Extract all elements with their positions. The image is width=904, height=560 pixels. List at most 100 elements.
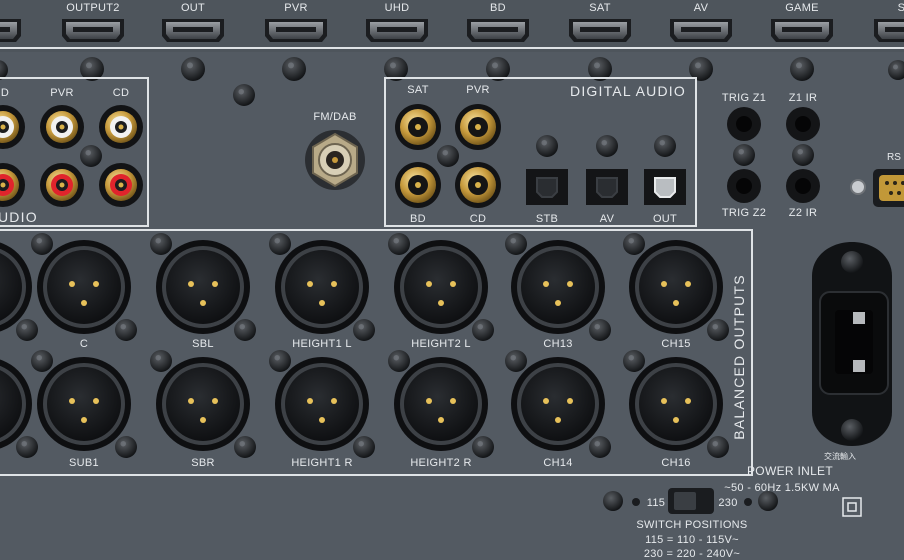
screw-icon: [707, 319, 729, 341]
screw-icon: [733, 144, 755, 166]
hdmi-label: SAT: [589, 2, 610, 14]
xlr-output-label: HEIGHT1 L: [292, 338, 352, 350]
xlr-output-height1-r[interactable]: [275, 357, 369, 451]
rs232-port[interactable]: [850, 169, 904, 207]
hdmi-label: GAME: [785, 2, 819, 14]
analog-audio-section-label: UDIO: [0, 209, 38, 225]
hdmi-port-bd[interactable]: [467, 19, 529, 42]
hdmi-port-st[interactable]: [874, 19, 904, 42]
screw-icon: [16, 319, 38, 341]
coaxial-digital-jack[interactable]: [395, 162, 441, 208]
digital-audio-title: DIGITAL AUDIO: [570, 83, 686, 99]
indicator-dot-icon: [744, 498, 752, 506]
trigger-ir-jack[interactable]: [727, 107, 761, 141]
screw-icon: [792, 144, 814, 166]
optical-toslink-port[interactable]: [526, 169, 568, 205]
trig-z1-label: TRIG Z1: [722, 92, 766, 104]
xlr-output-ch13[interactable]: [511, 240, 605, 334]
trigger-ir-jack[interactable]: [727, 169, 761, 203]
xlr-output-label: SBL: [192, 338, 214, 350]
xlr-output-sbr[interactable]: [156, 357, 250, 451]
hdmi-label: BD: [490, 2, 506, 14]
hdmi-port-av[interactable]: [670, 19, 732, 42]
trigger-ir-jack[interactable]: [786, 107, 820, 141]
analog-label-cd: CD: [113, 87, 130, 99]
hdmi-port-sat[interactable]: [569, 19, 631, 42]
screw-icon: [654, 135, 676, 157]
xlr-output-label: SUB1: [69, 457, 99, 469]
xlr-output-label: CH13: [543, 338, 572, 350]
hdmi-label: ST: [898, 2, 904, 14]
coaxial-digital-jack[interactable]: [455, 162, 501, 208]
hdmi-port-pvr[interactable]: [265, 19, 327, 42]
screw-icon: [234, 436, 256, 458]
screw-icon: [596, 135, 618, 157]
switch-positions-line-115: 115 = 110 - 115V~: [645, 534, 739, 546]
screw-icon: [31, 233, 53, 255]
screw-icon: [472, 436, 494, 458]
screw-icon: [589, 436, 611, 458]
voltage-230-label: 230: [718, 497, 737, 509]
indicator-dot-icon: [632, 498, 640, 506]
optical-toslink-port[interactable]: [644, 169, 686, 205]
xlr-output-label: CH14: [543, 457, 572, 469]
xlr-output-label: HEIGHT2 R: [410, 457, 471, 469]
trigger-ir-jack[interactable]: [786, 169, 820, 203]
optical-toslink-port[interactable]: [586, 169, 628, 205]
power-inlet-label: POWER INLET: [747, 464, 833, 478]
hdmi-label: PVR: [284, 2, 308, 14]
rca-jack-white[interactable]: [0, 105, 25, 149]
screw-icon: [269, 350, 291, 372]
xlr-output-label: HEIGHT2 L: [411, 338, 471, 350]
hdmi-port-output2[interactable]: [62, 19, 124, 42]
screw-icon: [623, 350, 645, 372]
xlr-output-c[interactable]: [37, 240, 131, 334]
switch-positions-title: SWITCH POSITIONS: [636, 519, 747, 531]
rca-jack-white[interactable]: [40, 105, 84, 149]
screw-icon: [505, 350, 527, 372]
z2-ir-label: Z2 IR: [789, 207, 817, 219]
xlr-output-height2-l[interactable]: [394, 240, 488, 334]
screw-icon: [758, 491, 778, 511]
switch-positions-line-230: 230 = 220 - 240V~: [644, 548, 740, 560]
hdmi-label: AV: [694, 2, 709, 14]
screw-icon: [437, 145, 459, 167]
coaxial-digital-jack[interactable]: [395, 104, 441, 150]
balanced-outputs-title: BALANCED OUTPUTS: [731, 274, 747, 439]
screw-icon: [80, 145, 102, 167]
hdmi-port-game[interactable]: [771, 19, 833, 42]
screw-icon: [115, 319, 137, 341]
xlr-output-ch15[interactable]: [629, 240, 723, 334]
fm-dab-antenna-connector[interactable]: [305, 130, 365, 190]
hdmi-port-out[interactable]: [162, 19, 224, 42]
voltage-selector-switch[interactable]: [668, 488, 714, 514]
rca-jack-white[interactable]: [99, 105, 143, 149]
screw-icon: [234, 319, 256, 341]
xlr-output-ch14[interactable]: [511, 357, 605, 451]
receiver-rear-panel: OUTPUT2 OUT PVR UHD BD SAT AV GAME ST D PVR CD U…: [0, 0, 904, 560]
rca-jack-red[interactable]: [99, 163, 143, 207]
screw-icon: [505, 233, 527, 255]
xlr-output-sbl[interactable]: [156, 240, 250, 334]
power-inlet[interactable]: [812, 242, 892, 446]
xlr-output-label: C: [80, 338, 88, 350]
hdmi-label: OUTPUT2: [66, 2, 119, 14]
xlr-output-height2-r[interactable]: [394, 357, 488, 451]
rca-jack-red[interactable]: [0, 163, 25, 207]
screw-icon: [269, 233, 291, 255]
hdmi-port-partial[interactable]: [0, 19, 21, 42]
rca-jack-red[interactable]: [40, 163, 84, 207]
coaxial-digital-jack[interactable]: [455, 104, 501, 150]
screw-icon: [282, 57, 306, 81]
z1-ir-label: Z1 IR: [789, 92, 817, 104]
xlr-output-label: CH16: [661, 457, 690, 469]
optical-label-stb: STB: [536, 213, 558, 225]
coax-label-pvr: PVR: [466, 84, 490, 96]
xlr-output-ch16[interactable]: [629, 357, 723, 451]
screw-icon: [623, 233, 645, 255]
double-insulation-icon: [842, 497, 862, 517]
voltage-115-label: 115: [647, 497, 665, 509]
xlr-output-height1-l[interactable]: [275, 240, 369, 334]
hdmi-port-uhd[interactable]: [366, 19, 428, 42]
xlr-output-sub1[interactable]: [37, 357, 131, 451]
